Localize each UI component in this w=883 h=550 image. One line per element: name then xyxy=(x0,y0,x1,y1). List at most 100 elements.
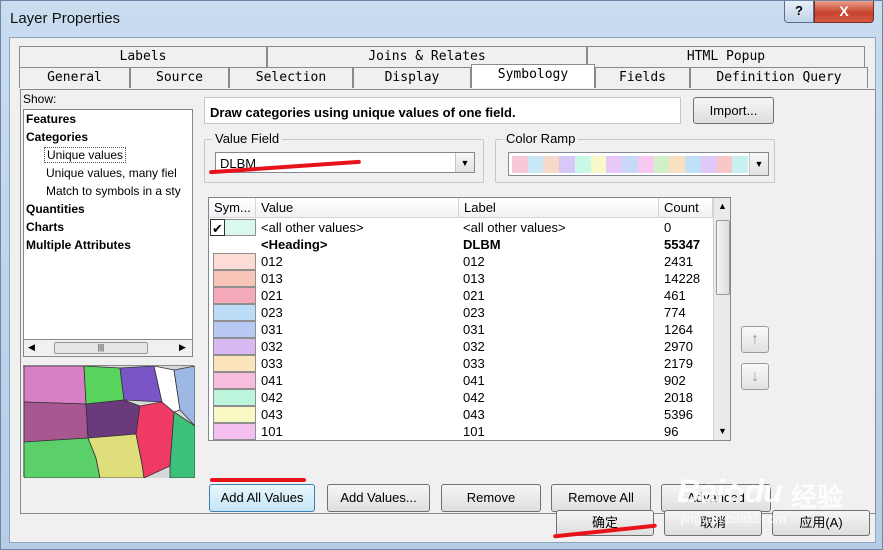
cell-count: 774 xyxy=(664,305,686,320)
tree-item-unique-values-many-fiel[interactable]: Unique values, many fiel xyxy=(24,164,192,182)
table-row[interactable]: 023 023 774 xyxy=(209,304,713,321)
table-row[interactable]: 101 101 96 xyxy=(209,423,713,440)
cell-count: 55347 xyxy=(664,237,701,252)
col-header-symbol[interactable]: Sym... xyxy=(209,198,256,218)
color-ramp-select[interactable]: ▼ xyxy=(508,152,769,176)
ramp-swatch xyxy=(716,156,733,173)
title-bar: Layer Properties ? X xyxy=(1,1,882,37)
symbol-swatch[interactable] xyxy=(213,287,256,304)
tree-item-features[interactable]: Features xyxy=(24,110,192,128)
tree-item-quantities[interactable]: Quantities xyxy=(24,200,192,218)
cell-count: 96 xyxy=(664,424,679,439)
ramp-swatch xyxy=(559,156,575,173)
help-button[interactable]: ? xyxy=(784,1,814,23)
window-title: Layer Properties xyxy=(10,10,121,27)
table-row[interactable]: 032 032 2970 xyxy=(209,338,713,355)
move-up-button[interactable]: ↑ xyxy=(741,326,769,353)
symbol-swatch[interactable] xyxy=(213,253,256,270)
cell-count: 5396 xyxy=(664,407,693,422)
remove-all-button[interactable]: Remove All xyxy=(551,484,651,512)
cell-value: 041 xyxy=(261,373,283,388)
cell-label: 031 xyxy=(463,322,485,337)
scroll-thumb[interactable] xyxy=(716,220,730,295)
cell-count: 2431 xyxy=(664,254,693,269)
cell-count: 902 xyxy=(664,373,686,388)
close-button[interactable]: X xyxy=(814,1,874,23)
symbol-swatch[interactable] xyxy=(213,304,256,321)
tree-item-unique-values[interactable]: Unique values xyxy=(24,146,192,164)
symbol-swatch[interactable] xyxy=(213,270,256,287)
add-all-values-button[interactable]: Add All Values xyxy=(209,484,315,512)
cell-label: DLBM xyxy=(463,237,501,252)
scroll-up-icon[interactable]: ▲ xyxy=(718,201,727,211)
cell-count: 2179 xyxy=(664,356,693,371)
ramp-swatch xyxy=(622,156,638,173)
tree-hscrollbar[interactable]: ◀ ||| ▶ xyxy=(23,339,193,357)
tab-fields[interactable]: Fields xyxy=(595,67,690,88)
tab-source[interactable]: Source xyxy=(130,67,229,88)
cell-label: 033 xyxy=(463,356,485,371)
tab-html-popup[interactable]: HTML Popup xyxy=(587,46,865,67)
table-row[interactable]: 043 043 5396 xyxy=(209,406,713,423)
cell-label: 042 xyxy=(463,390,485,405)
cell-count: 2018 xyxy=(664,390,693,405)
ramp-swatch xyxy=(669,156,686,173)
tab-symbology[interactable]: Symbology xyxy=(471,64,595,88)
cell-value: 033 xyxy=(261,356,283,371)
table-heading-row[interactable]: <Heading> DLBM 55347 xyxy=(209,236,713,253)
scroll-left-icon[interactable]: ◀ xyxy=(28,342,35,353)
cell-count: 0 xyxy=(664,220,672,235)
tab-labels[interactable]: Labels xyxy=(19,46,267,67)
col-header-count[interactable]: Count xyxy=(659,198,713,218)
tree-item-charts[interactable]: Charts xyxy=(24,218,192,236)
ramp-swatch xyxy=(527,156,544,173)
tree-item-multiple-attributes[interactable]: Multiple Attributes xyxy=(24,236,192,254)
tree-item-categories[interactable]: Categories xyxy=(24,128,192,146)
show-tree[interactable]: Features Categories Unique values Unique va… xyxy=(23,109,193,357)
symbol-swatch[interactable] xyxy=(213,321,256,338)
checkmark-icon[interactable]: ✔ xyxy=(210,219,225,236)
scroll-down-icon[interactable]: ▼ xyxy=(718,426,727,436)
symbol-swatch[interactable] xyxy=(213,372,256,389)
table-row[interactable]: ✔ <all other values> <all other values> 0 xyxy=(209,219,713,236)
renderer-description: Draw categories using unique values of o… xyxy=(204,97,681,124)
tab-general[interactable]: General xyxy=(19,67,130,88)
cell-value: 043 xyxy=(261,407,283,422)
table-row[interactable]: 031 031 1264 xyxy=(209,321,713,338)
add-values-button[interactable]: Add Values... xyxy=(327,484,430,512)
annotation-underline-add-all-values xyxy=(210,478,306,482)
table-row[interactable]: 021 021 461 xyxy=(209,287,713,304)
chevron-down-icon[interactable]: ▼ xyxy=(455,153,474,172)
ramp-swatch xyxy=(732,156,749,173)
move-down-button[interactable]: ↓ xyxy=(741,363,769,390)
table-row[interactable]: 013 013 14228 xyxy=(209,270,713,287)
color-ramp-label: Color Ramp xyxy=(503,131,579,146)
table-vscrollbar[interactable]: ▲ ▼ xyxy=(713,198,730,440)
table-row[interactable]: 012 012 2431 xyxy=(209,253,713,270)
symbol-swatch[interactable] xyxy=(213,389,256,406)
categories-table[interactable]: Sym... Value Label Count ✔ <all other val… xyxy=(208,197,731,441)
table-row[interactable]: 041 041 902 xyxy=(209,372,713,389)
symbol-swatch[interactable] xyxy=(213,423,256,440)
col-header-value[interactable]: Value xyxy=(256,198,459,218)
scroll-thumb[interactable]: ||| xyxy=(54,342,148,354)
table-row[interactable]: 033 033 2179 xyxy=(209,355,713,372)
tree-item-match-to-symbols-in-a-sty[interactable]: Match to symbols in a sty xyxy=(24,182,192,200)
table-header: Sym... Value Label Count xyxy=(209,198,713,218)
cell-value: 012 xyxy=(261,254,283,269)
symbol-swatch[interactable] xyxy=(213,338,256,355)
state-map-illustration xyxy=(23,365,196,479)
tab-definition-query[interactable]: Definition Query xyxy=(690,67,868,88)
symbol-swatch[interactable] xyxy=(213,406,256,423)
col-header-label[interactable]: Label xyxy=(459,198,659,218)
symbol-swatch[interactable] xyxy=(213,355,256,372)
watermark-brand: Bai xyxy=(677,473,725,509)
chevron-down-icon[interactable]: ▼ xyxy=(749,153,768,175)
cell-value: 031 xyxy=(261,322,283,337)
tab-display[interactable]: Display xyxy=(353,67,471,88)
scroll-right-icon[interactable]: ▶ xyxy=(179,342,186,353)
import-button[interactable]: Import... xyxy=(693,97,774,124)
table-row[interactable]: 042 042 2018 xyxy=(209,389,713,406)
tab-selection[interactable]: Selection xyxy=(229,67,353,88)
remove-button[interactable]: Remove xyxy=(441,484,541,512)
